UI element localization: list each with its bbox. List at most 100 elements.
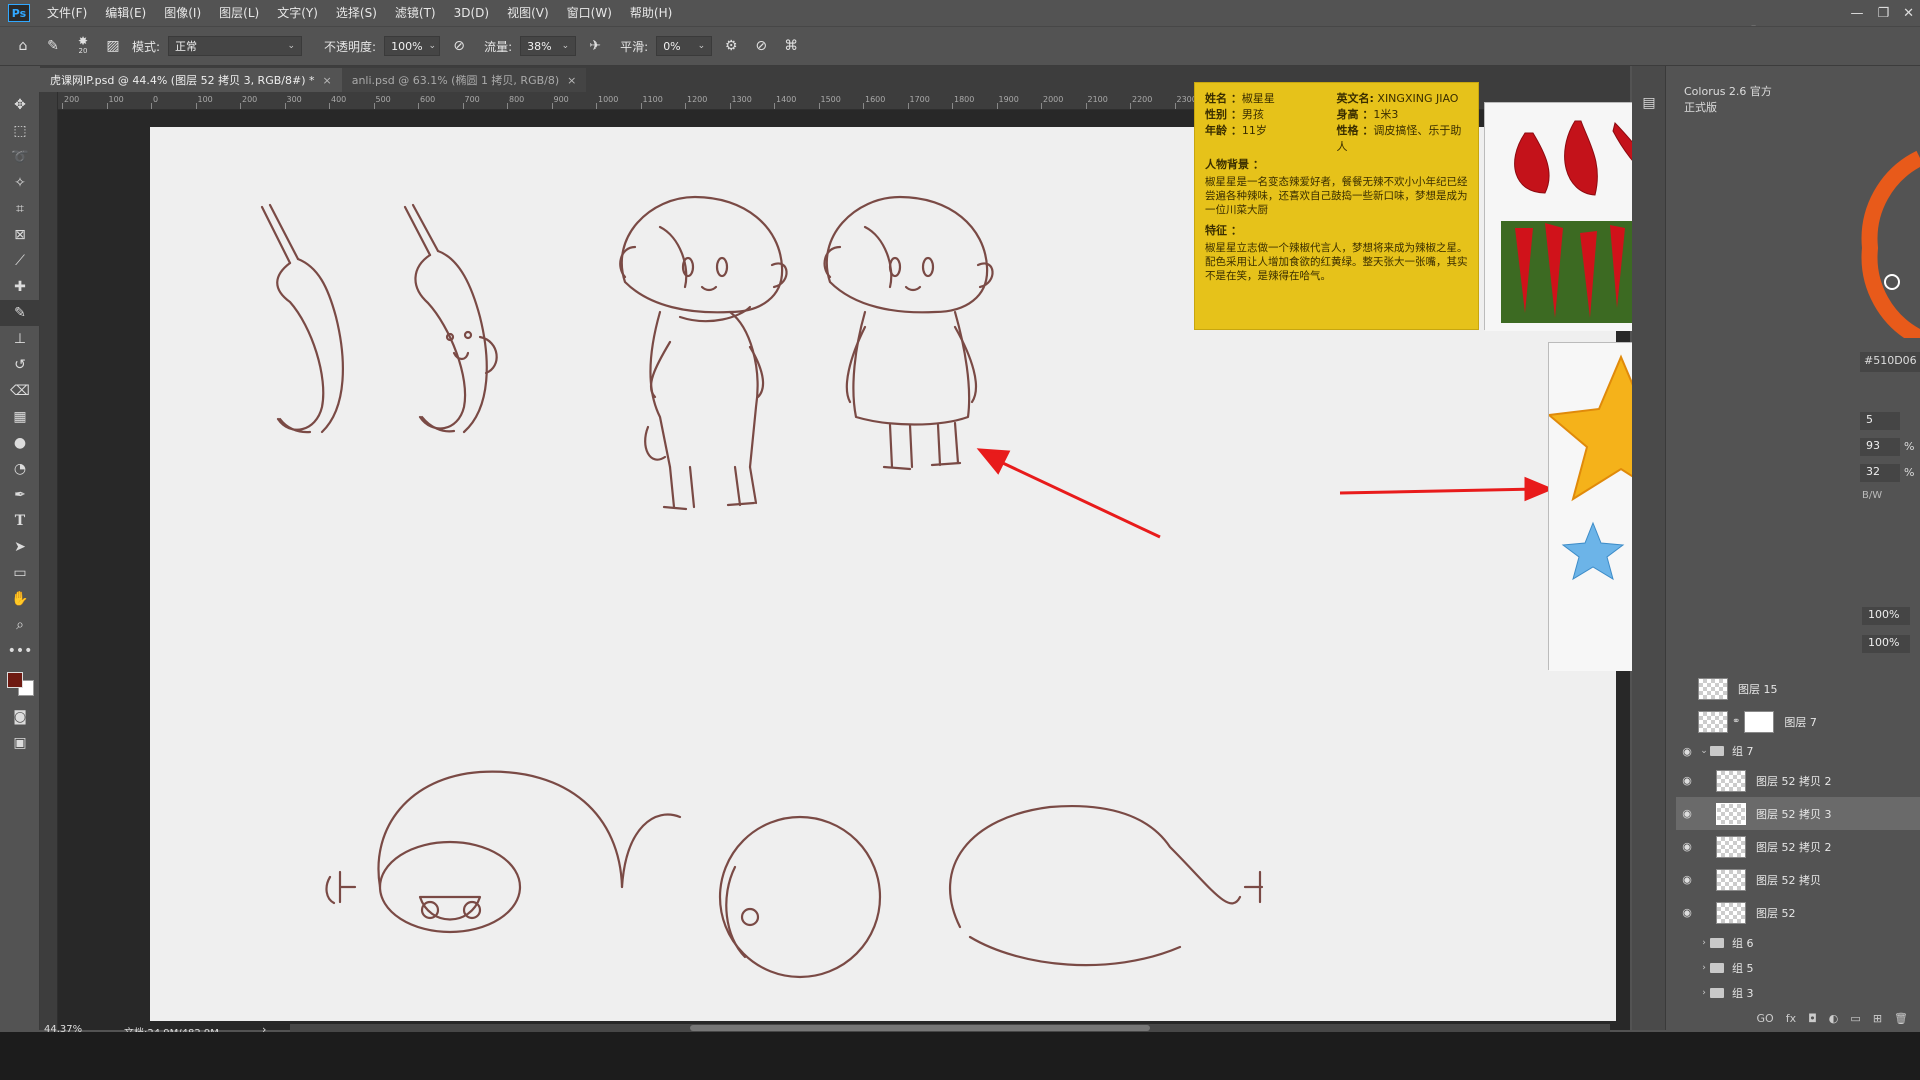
mode-select[interactable]: 正常 ⌄ <box>168 36 303 56</box>
path-selection-tool-icon[interactable]: ➤ <box>0 534 40 560</box>
gear-icon[interactable]: ⚙ <box>720 35 742 57</box>
hand-tool-icon[interactable]: ✋ <box>0 586 40 612</box>
color-wheel[interactable] <box>1850 148 1920 338</box>
layer-row[interactable]: ◉ 图层 52 拷贝 <box>1676 863 1920 896</box>
crop-tool-icon[interactable]: ⌗ <box>0 196 40 222</box>
menu-type[interactable]: 文字(Y) <box>268 0 327 26</box>
layer-row[interactable]: ⚭ 图层 7 <box>1676 705 1920 738</box>
hue-value[interactable]: 5 <box>1860 412 1900 430</box>
smoothing-input[interactable]: 0% ⌄ <box>656 36 713 56</box>
layer-row[interactable]: ◉ 图层 52 拷贝 2 <box>1676 830 1920 863</box>
more-tools-icon[interactable]: ••• <box>0 638 40 664</box>
brush-panel-toggle-icon[interactable]: ▨ <box>102 35 124 57</box>
eraser-tool-icon[interactable]: ⌫ <box>0 378 40 404</box>
brush-tool-preset-icon[interactable]: ✎ <box>42 35 64 57</box>
close-button[interactable]: ✕ <box>1903 6 1914 21</box>
blur-tool-icon[interactable]: ● <box>0 430 40 456</box>
link-layers-icon[interactable]: GO <box>1757 1012 1774 1030</box>
menu-window[interactable]: 窗口(W) <box>558 0 621 26</box>
close-icon[interactable]: × <box>567 74 576 87</box>
adjustment-layer-icon[interactable]: ◐ <box>1829 1012 1839 1030</box>
home-icon[interactable]: ⌂ <box>12 35 34 57</box>
magic-wand-tool-icon[interactable]: ✧ <box>0 170 40 196</box>
fx-icon[interactable]: fx <box>1786 1012 1796 1030</box>
menu-layer[interactable]: 图层(L) <box>210 0 268 26</box>
menu-select[interactable]: 选择(S) <box>327 0 386 26</box>
new-layer-icon[interactable]: ⊞ <box>1873 1012 1882 1030</box>
color-swatches[interactable] <box>0 664 40 704</box>
layer-row-selected[interactable]: ◉ 图层 52 拷贝 3 <box>1676 797 1920 830</box>
eye-icon[interactable]: ◉ <box>1676 745 1698 758</box>
healing-brush-tool-icon[interactable]: ✚ <box>0 274 40 300</box>
brush-tool-icon[interactable]: ✎ <box>0 300 40 326</box>
group-row[interactable]: › 组 3 <box>1676 980 1920 1005</box>
panel-toggle-icon[interactable]: ▤ <box>1632 90 1666 116</box>
group-row[interactable]: › 组 5 <box>1676 955 1920 980</box>
menu-file[interactable]: 文件(F) <box>38 0 96 26</box>
dodge-tool-icon[interactable]: ◔ <box>0 456 40 482</box>
gradient-tool-icon[interactable]: ▦ <box>0 404 40 430</box>
marquee-tool-icon[interactable]: ⬚ <box>0 118 40 144</box>
eye-icon[interactable]: ◉ <box>1676 906 1698 919</box>
menu-image[interactable]: 图像(I) <box>155 0 210 26</box>
minimize-button[interactable]: — <box>1850 6 1863 21</box>
chevron-down-icon[interactable]: ⌄ <box>1698 746 1710 756</box>
history-brush-tool-icon[interactable]: ↺ <box>0 352 40 378</box>
pressure-opacity-icon[interactable]: ⊘ <box>448 35 470 57</box>
brush-size-picker[interactable]: ✸ 20 <box>72 35 94 57</box>
tab-document-inactive[interactable]: anli.psd @ 63.1% (椭圆 1 拷贝, RGB/8) × <box>341 68 587 92</box>
brightness-value[interactable]: 32 <box>1860 464 1900 482</box>
group-row[interactable]: ◉ ⌄ 组 7 <box>1676 738 1920 764</box>
restore-button[interactable]: ❐ <box>1877 6 1889 21</box>
menu-view[interactable]: 视图(V) <box>498 0 558 26</box>
layer-opacity-value[interactable]: 100% <box>1862 607 1910 625</box>
airbrush-icon[interactable]: ✈ <box>584 35 606 57</box>
eye-icon[interactable]: ◉ <box>1676 807 1698 820</box>
layer-row[interactable]: ◉ 图层 52 拷贝 2 <box>1676 764 1920 797</box>
chevron-right-icon[interactable]: › <box>1698 963 1710 973</box>
scrollbar-thumb[interactable] <box>690 1025 1150 1031</box>
close-icon[interactable]: × <box>322 74 331 87</box>
layer-fill-value[interactable]: 100% <box>1862 635 1910 653</box>
lasso-tool-icon[interactable]: ➰ <box>0 144 40 170</box>
zoom-tool-icon[interactable]: ⌕ <box>0 612 40 638</box>
opacity-input[interactable]: 100% ⌄ <box>384 36 441 56</box>
stamp-tool-icon[interactable]: ⊥ <box>0 326 40 352</box>
menu-help[interactable]: 帮助(H) <box>621 0 681 26</box>
trash-icon[interactable]: 🗑 <box>1894 1012 1908 1030</box>
move-tool-icon[interactable]: ✥ <box>0 92 40 118</box>
layer-mask-thumbnail[interactable] <box>1744 710 1775 733</box>
menu-edit[interactable]: 编辑(E) <box>96 0 155 26</box>
tab-document-active[interactable]: 虎课网IP.psd @ 44.4% (图层 52 拷贝 3, RGB/8#) *… <box>40 68 342 92</box>
frame-tool-icon[interactable]: ⊠ <box>0 222 40 248</box>
symmetry-icon[interactable]: ⌘ <box>780 35 802 57</box>
foreground-color-swatch[interactable] <box>7 672 23 688</box>
group-row[interactable]: › 组 6 <box>1676 930 1920 955</box>
layer-row[interactable]: 图层 15 <box>1676 672 1920 705</box>
quick-mask-icon[interactable]: ◙ <box>0 704 40 730</box>
menu-3d[interactable]: 3D(D) <box>445 0 498 26</box>
chevron-right-icon[interactable]: › <box>1698 988 1710 998</box>
saturation-value[interactable]: 93 <box>1860 438 1900 456</box>
menu-filter[interactable]: 滤镜(T) <box>386 0 445 26</box>
eye-icon[interactable]: ◉ <box>1676 774 1698 787</box>
layer-thumbnail <box>1716 901 1746 924</box>
flow-input[interactable]: 38% ⌄ <box>520 36 577 56</box>
eyedropper-tool-icon[interactable]: ⟋ <box>0 248 40 274</box>
chevron-right-icon[interactable]: › <box>1698 938 1710 948</box>
ruler-tick-mark <box>62 103 63 109</box>
rectangle-tool-icon[interactable]: ▭ <box>0 560 40 586</box>
pressure-size-icon[interactable]: ⊘ <box>750 35 772 57</box>
layer-row[interactable]: ◉ 图层 52 <box>1676 896 1920 929</box>
eye-icon[interactable]: ◉ <box>1676 840 1698 853</box>
hex-color-value[interactable]: #510D06 <box>1860 352 1920 372</box>
add-mask-icon[interactable]: ◘ <box>1808 1012 1817 1030</box>
new-group-icon[interactable]: ▭ <box>1850 1012 1860 1030</box>
pen-tool-icon[interactable]: ✒ <box>0 482 40 508</box>
colorus-plugin-tab[interactable]: Colorus 2.6 官方正式版 <box>1676 80 1786 114</box>
screen-mode-icon[interactable]: ▣ <box>0 730 40 756</box>
ruler-tick-label: 1600 <box>865 95 886 104</box>
type-tool-icon[interactable]: T <box>0 508 40 534</box>
ruler-tick-label: 1800 <box>954 95 975 104</box>
eye-icon[interactable]: ◉ <box>1676 873 1698 886</box>
